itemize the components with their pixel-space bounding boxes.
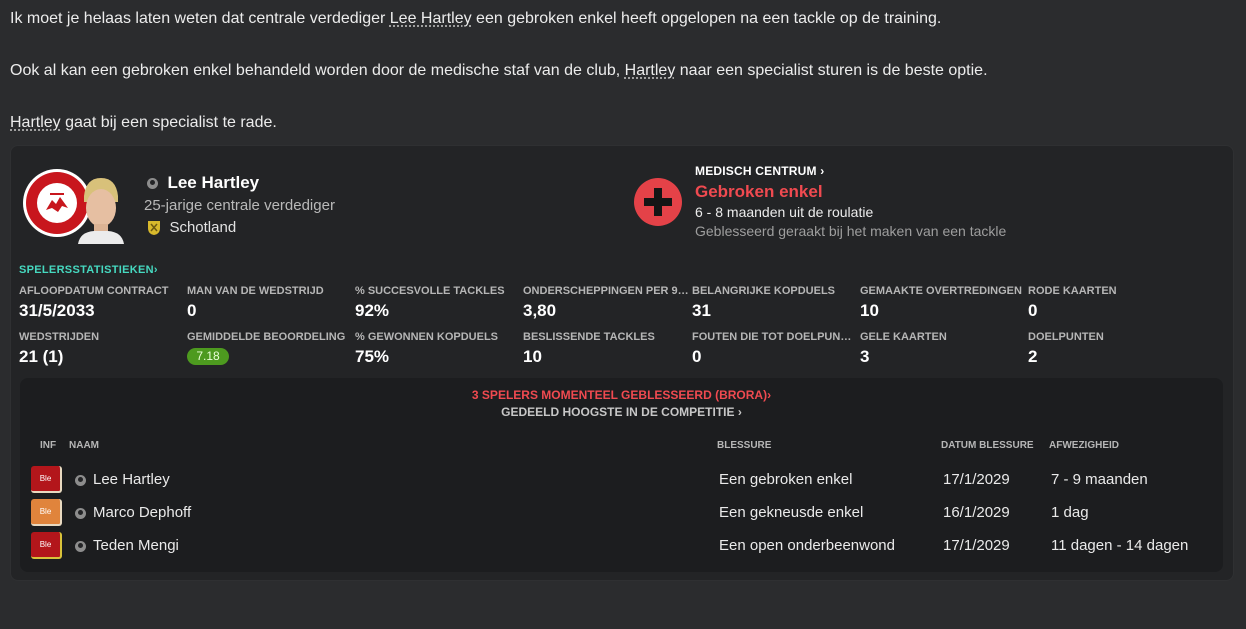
stat-label: % SUCCESVOLLE TACKLES (355, 285, 505, 297)
player-link[interactable]: Hartley (625, 62, 676, 79)
message-text: Ik moet je helaas laten weten dat centra… (10, 10, 390, 27)
stat-value: 75% (355, 347, 390, 366)
stat-value: 0 (692, 347, 702, 366)
stat-label: BELANGRIJKE KOPDUELS (692, 285, 836, 297)
absence-duration: 1 dag (1051, 504, 1089, 521)
injury-title: Gebroken enkel (695, 182, 823, 201)
rating-badge: 7.18 (187, 348, 229, 365)
stat-value: 31/5/2033 (19, 301, 95, 320)
chevron-right-icon: › (767, 388, 772, 402)
stat-label: RODE KAARTEN (1028, 285, 1117, 297)
column-header-name[interactable]: NAAM (69, 440, 99, 451)
person-icon (75, 508, 86, 519)
injury-date: 17/1/2029 (943, 537, 1010, 554)
injury-card: Lee Hartley 25-jarige centrale verdedige… (10, 145, 1234, 581)
absence-duration: 11 dagen - 14 dagen (1051, 537, 1189, 554)
league-rank-label: GEDEELD HOOGSTE IN DE COMPETITIE (501, 405, 735, 419)
stat-value: 92% (355, 301, 390, 320)
column-header-date[interactable]: DATUM BLESSURE (941, 440, 1034, 451)
stat-label: WEDSTRIJDEN (19, 331, 100, 343)
injury-status-badge[interactable]: Ble (31, 466, 62, 493)
stat-label: BESLISSENDE TACKLES (523, 331, 655, 343)
stat-label: ONDERSCHEPPINGEN PER 90... (523, 285, 689, 297)
stat-value: 21 (1) (19, 347, 64, 366)
player-face-image (78, 178, 124, 244)
player-description: 25-jarige centrale verdediger (144, 197, 335, 214)
injury-status-badge[interactable]: Ble (31, 532, 62, 559)
injury-status-badge[interactable]: Ble (31, 499, 62, 526)
stat-label: DOELPUNTEN (1028, 331, 1104, 343)
stat-value: 2 (1028, 347, 1038, 366)
person-icon (147, 178, 158, 190)
stat-value: 3 (860, 347, 870, 366)
injured-player-name[interactable]: Lee Hartley (93, 471, 170, 488)
medical-centre-link[interactable]: MEDISCH CENTRUM › (695, 164, 824, 178)
message-text: gaat bij een specialist te rade. (60, 114, 277, 131)
injury-date: 17/1/2029 (943, 471, 1010, 488)
player-stats-link[interactable]: SPELERSSTATISTIEKEN› (19, 264, 158, 276)
stat-value: 10 (860, 301, 879, 320)
table-row[interactable]: Ble Teden Mengi Een open onderbeenwond 1… (20, 529, 1223, 561)
stat-value: 0 (1028, 301, 1038, 320)
chevron-right-icon: › (734, 405, 742, 419)
stat-value: 10 (523, 347, 542, 366)
stat-value: 31 (692, 301, 711, 320)
stat-label: AFLOOPDATUM CONTRACT (19, 285, 169, 297)
nationality-row: Schotland (147, 219, 236, 237)
message-text: naar een specialist sturen is de beste o… (675, 62, 988, 79)
column-header-absence[interactable]: AFWEZIGHEID (1049, 440, 1119, 451)
league-rank-link[interactable]: GEDEELD HOOGSTE IN DE COMPETITIE › (20, 405, 1223, 419)
column-header-injury[interactable]: BLESSURE (717, 440, 771, 451)
person-icon (75, 541, 86, 552)
player-nationality[interactable]: Schotland (169, 219, 236, 236)
injury-duration: 6 - 8 maanden uit de roulatie (695, 204, 874, 220)
injured-player-name[interactable]: Teden Mengi (93, 537, 179, 554)
column-header-inf[interactable]: INF (40, 440, 56, 451)
message-line-2: Ook al kan een gebroken enkel behandeld … (10, 62, 988, 80)
injury-description: Een gebroken enkel (719, 471, 853, 488)
injured-player-name[interactable]: Marco Dephoff (93, 504, 191, 521)
table-row[interactable]: Ble Lee Hartley Een gebroken enkel 17/1/… (20, 463, 1223, 495)
injury-description: Een open onderbeenwond (719, 537, 895, 554)
person-icon (75, 475, 86, 486)
injury-cause: Geblesseerd geraakt bij het maken van ee… (695, 223, 1007, 239)
injury-date: 16/1/2029 (943, 504, 1010, 521)
player-name[interactable]: Lee Hartley (167, 173, 259, 192)
message-text: Ook al kan een gebroken enkel behandeld … (10, 62, 625, 79)
message-text: een gebroken enkel heeft opgelopen na ee… (471, 10, 942, 27)
stat-label: MAN VAN DE WEDSTRIJD (187, 285, 324, 297)
stat-label: GEMAAKTE OVERTREDINGEN (860, 285, 1022, 297)
stat-value: 3,80 (523, 301, 557, 320)
injury-description: Een gekneusde enkel (719, 504, 864, 521)
table-row[interactable]: Ble Marco Dephoff Een gekneusde enkel 16… (20, 496, 1223, 528)
medical-centre-label: MEDISCH CENTRUM (695, 164, 817, 178)
chevron-right-icon: › (153, 264, 158, 276)
stat-label: % GEWONNEN KOPDUELS (355, 331, 499, 343)
player-stats-label: SPELERSSTATISTIEKEN (19, 264, 154, 276)
stat-label: FOUTEN DIE TOT DOELPUNT L... (692, 331, 858, 343)
player-link[interactable]: Hartley (10, 114, 61, 131)
stat-label: GEMIDDELDE BEOORDELING (187, 331, 346, 343)
injured-count-link[interactable]: 3 SPELERS MOMENTEEL GEBLESSEERD (BRORA)› (20, 388, 1223, 402)
injured-count-label: 3 SPELERS MOMENTEEL GEBLESSEERD (BRORA) (471, 388, 768, 402)
message-line-3: Hartley gaat bij een specialist te rade. (10, 114, 277, 132)
absence-duration: 7 - 9 maanden (1051, 471, 1148, 488)
stat-label: GELE KAARTEN (860, 331, 947, 343)
player-link[interactable]: Lee Hartley (390, 10, 472, 27)
medical-cross-icon (634, 178, 682, 226)
player-name-row: Lee Hartley (147, 173, 259, 193)
message-line-1: Ik moet je helaas laten weten dat centra… (10, 10, 941, 28)
injured-players-panel: 3 SPELERS MOMENTEEL GEBLESSEERD (BRORA)›… (20, 378, 1223, 572)
stat-value: 0 (187, 301, 197, 320)
chevron-right-icon: › (816, 164, 825, 178)
scotland-badge-icon (148, 220, 160, 235)
